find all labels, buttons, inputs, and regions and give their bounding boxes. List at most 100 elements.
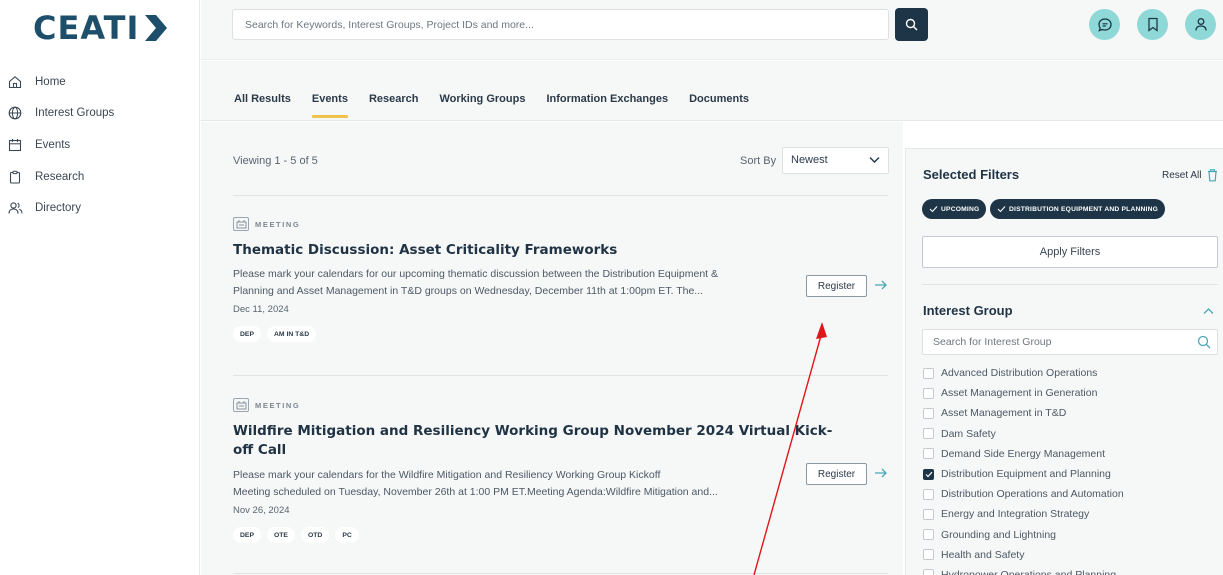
interest-group-option-label: Asset Management in T&D (941, 407, 1067, 420)
filter-chip-distribution-equipment[interactable]: DISTRIBUTION EQUIPMENT AND PLANNING (990, 199, 1166, 219)
profile-button[interactable] (1185, 9, 1216, 40)
interest-group-option[interactable]: Distribution Operations and Automation (923, 484, 1124, 504)
sidebar-item-home[interactable]: Home (6, 66, 114, 98)
results-list: Viewing 1 - 5 of 5 Sort By Newest MEETIN… (201, 122, 903, 575)
sort-label: Sort By (740, 155, 777, 167)
checkbox[interactable] (923, 428, 934, 440)
event-card: MEETING Wildfire Mitigation and Resilien… (233, 398, 893, 543)
chevron-up-icon[interactable] (1203, 307, 1214, 315)
chat-button[interactable] (1089, 9, 1120, 40)
search-button[interactable] (895, 8, 928, 41)
check-icon (929, 206, 938, 213)
sidebar-item-interest-groups[interactable]: Interest Groups (6, 98, 114, 130)
tag-chip[interactable]: AM IN T&D (266, 326, 317, 342)
interest-group-option[interactable]: Grounding and Lightning (923, 525, 1124, 545)
home-icon (6, 73, 24, 91)
sort-value: Newest (791, 154, 828, 166)
meeting-icon (233, 398, 249, 412)
reset-all-button[interactable]: Reset All (1162, 168, 1219, 182)
event-title[interactable]: Thematic Discussion: Asset Criticality F… (233, 241, 893, 260)
clipboard-icon (6, 168, 24, 186)
register-button[interactable]: Register (806, 463, 867, 485)
sidebar-item-label: Home (35, 75, 66, 88)
checkbox[interactable] (923, 508, 934, 520)
event-description: Please mark your calendars for our upcom… (233, 266, 893, 299)
tag-chip[interactable]: OTD (300, 527, 330, 543)
sidebar-item-label: Events (35, 138, 71, 151)
checkbox[interactable] (923, 488, 934, 500)
interest-group-option[interactable]: Distribution Equipment and Planning (923, 464, 1124, 484)
event-tags: DEP AM IN T&D (233, 326, 893, 342)
checkbox-checked[interactable] (923, 468, 934, 480)
event-title[interactable]: Wildfire Mitigation and Resiliency Worki… (233, 422, 893, 460)
tab-working-groups[interactable]: Working Groups (439, 93, 525, 119)
interest-group-option-label: Grounding and Lightning (941, 528, 1057, 541)
interest-group-option[interactable]: Asset Management in T&D (923, 403, 1124, 423)
interest-group-option[interactable]: Advanced Distribution Operations (923, 363, 1124, 383)
register-button[interactable]: Register (806, 275, 867, 297)
chat-icon (1097, 17, 1112, 32)
event-date: Dec 11, 2024 (233, 304, 289, 315)
selected-filters-title: Selected Filters (923, 167, 1020, 182)
sidebar: CEATI Home Interest Groups Events Resear… (0, 0, 200, 575)
event-description-line: Please mark your calendars for the Wildf… (233, 469, 661, 481)
interest-group-option[interactable]: Hydropower Operations and Planning (923, 565, 1124, 575)
event-description-line: Planning and Asset Management in T&D gro… (233, 284, 704, 297)
users-icon (6, 199, 24, 217)
sidebar-item-label: Research (35, 170, 85, 183)
checkbox[interactable] (923, 529, 934, 541)
interest-group-option[interactable]: Demand Side Energy Management (923, 444, 1124, 464)
interest-group-option[interactable]: Health and Safety (923, 545, 1124, 565)
tab-all-results[interactable]: All Results (234, 93, 291, 119)
interest-group-title: Interest Group (923, 303, 1013, 318)
tab-information-exchanges[interactable]: Information Exchanges (546, 93, 668, 119)
filter-chip-upcoming[interactable]: UPCOMING (922, 199, 987, 219)
checkbox[interactable] (923, 407, 934, 419)
checkbox[interactable] (923, 367, 934, 379)
meeting-icon (233, 217, 249, 231)
event-type-label: MEETING (255, 400, 301, 410)
tab-research[interactable]: Research (369, 93, 419, 119)
checkbox[interactable] (923, 387, 934, 399)
event-type: MEETING (233, 398, 893, 412)
logo-text: CEATI (33, 9, 140, 47)
trash-icon (1208, 169, 1218, 182)
interest-group-option-label: Hydropower Operations and Planning (941, 568, 1117, 575)
checkbox[interactable] (923, 569, 934, 575)
arrow-right-icon[interactable] (874, 278, 888, 292)
interest-group-option[interactable]: Dam Safety (923, 424, 1124, 444)
filter-chip-label: UPCOMING (941, 205, 980, 213)
apply-filters-button[interactable]: Apply Filters (922, 236, 1218, 268)
tag-chip[interactable]: DEP (233, 326, 261, 342)
results-tabs: All Results Events Research Working Grou… (234, 93, 770, 119)
calendar-icon (6, 136, 24, 154)
sidebar-nav: Home Interest Groups Events Research Dir… (6, 66, 114, 224)
event-description-line: Please mark your calendars for our upcom… (233, 268, 718, 280)
tag-chip[interactable]: DEP (233, 527, 261, 543)
interest-group-options: Advanced Distribution Operations Asset Ma… (923, 363, 1124, 575)
sidebar-item-events[interactable]: Events (6, 129, 114, 161)
event-title-line: off Call (233, 442, 287, 458)
divider (233, 573, 888, 574)
results-count: Viewing 1 - 5 of 5 (233, 155, 318, 167)
ceati-logo[interactable]: CEATI (33, 9, 169, 47)
interest-group-option-label: Health and Safety (941, 548, 1025, 561)
interest-group-option[interactable]: Asset Management in Generation (923, 383, 1124, 403)
tab-documents[interactable]: Documents (689, 93, 749, 119)
checkbox[interactable] (923, 549, 934, 561)
sidebar-item-label: Directory (35, 202, 82, 215)
sidebar-item-research[interactable]: Research (6, 161, 114, 193)
interest-group-option-label: Dam Safety (941, 427, 996, 440)
arrow-right-icon[interactable] (874, 466, 888, 480)
tab-events[interactable]: Events (311, 93, 349, 119)
tag-chip[interactable]: OTE (266, 527, 295, 543)
sort-select[interactable]: Newest (782, 147, 889, 174)
bookmark-button[interactable] (1137, 9, 1168, 40)
interest-group-search-input[interactable]: Search for Interest Group (922, 329, 1218, 355)
checkbox[interactable] (923, 448, 934, 460)
sidebar-item-directory[interactable]: Directory (6, 192, 114, 224)
interest-group-option[interactable]: Energy and Integration Strategy (923, 504, 1124, 524)
global-search-input[interactable]: Search for Keywords, Interest Groups, Pr… (232, 9, 889, 40)
tag-chip[interactable]: PC (335, 527, 359, 543)
chevron-down-icon (869, 157, 880, 163)
